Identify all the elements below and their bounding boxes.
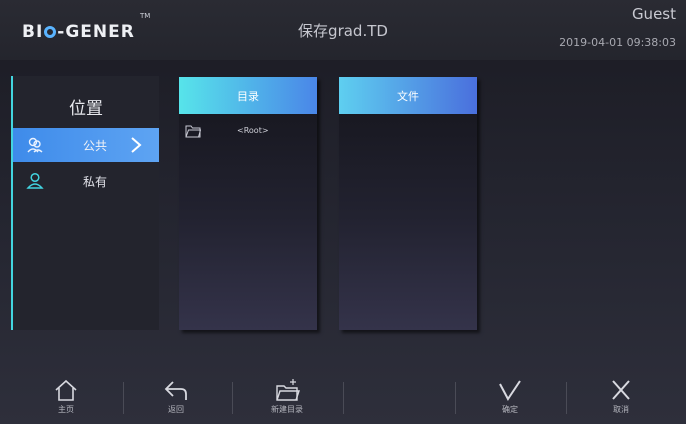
location-item-label: 公共 <box>83 138 108 153</box>
divider <box>455 382 456 414</box>
datetime: 2019-04-01 09:38:03 <box>559 36 676 49</box>
home-label: 主页 <box>58 405 74 414</box>
users-icon <box>27 137 43 153</box>
location-item-label: 私有 <box>83 174 108 189</box>
location-panel: 位置 公共 私有 <box>11 76 159 330</box>
file-column-header: 文件 <box>339 77 477 114</box>
divider <box>343 382 344 414</box>
close-icon <box>612 380 630 400</box>
directory-row-label: <Root> <box>237 126 269 135</box>
home-button[interactable]: 主页 <box>36 372 96 424</box>
folder-icon <box>185 125 201 138</box>
chevron-right-icon <box>131 137 142 153</box>
trademark: TM <box>140 12 151 20</box>
divider <box>123 382 124 414</box>
new-folder-icon <box>276 379 300 401</box>
cancel-button[interactable]: 取消 <box>591 372 651 424</box>
file-column: 文件 <box>339 77 477 330</box>
location-item-private[interactable]: 私有 <box>13 164 159 198</box>
new-directory-button[interactable]: 新建目录 <box>257 372 317 424</box>
user-icon <box>26 172 44 189</box>
back-button[interactable]: 返回 <box>146 372 206 424</box>
directory-column: 目录 <Root> <box>179 77 317 330</box>
new-directory-label: 新建目录 <box>271 405 303 414</box>
top-bar: BI -GENER TM 保存grad.TD Guest 2019-04-01 0… <box>0 0 686 60</box>
home-icon <box>55 379 77 401</box>
location-label: 位置 <box>69 99 103 119</box>
location-item-public[interactable]: 公共 <box>13 128 159 162</box>
divider <box>232 382 233 414</box>
cancel-label: 取消 <box>613 405 629 414</box>
check-icon <box>499 380 521 401</box>
bottom-toolbar: 主页 返回 新建目录 确定 取消 <box>0 372 686 424</box>
user-name[interactable]: Guest <box>632 5 676 23</box>
back-label: 返回 <box>168 405 184 414</box>
divider <box>566 382 567 414</box>
confirm-button[interactable]: 确定 <box>480 372 540 424</box>
directory-row[interactable]: <Root> <box>179 123 317 143</box>
confirm-label: 确定 <box>502 405 518 414</box>
directory-column-header: 目录 <box>179 77 317 114</box>
back-arrow-icon <box>164 381 187 400</box>
